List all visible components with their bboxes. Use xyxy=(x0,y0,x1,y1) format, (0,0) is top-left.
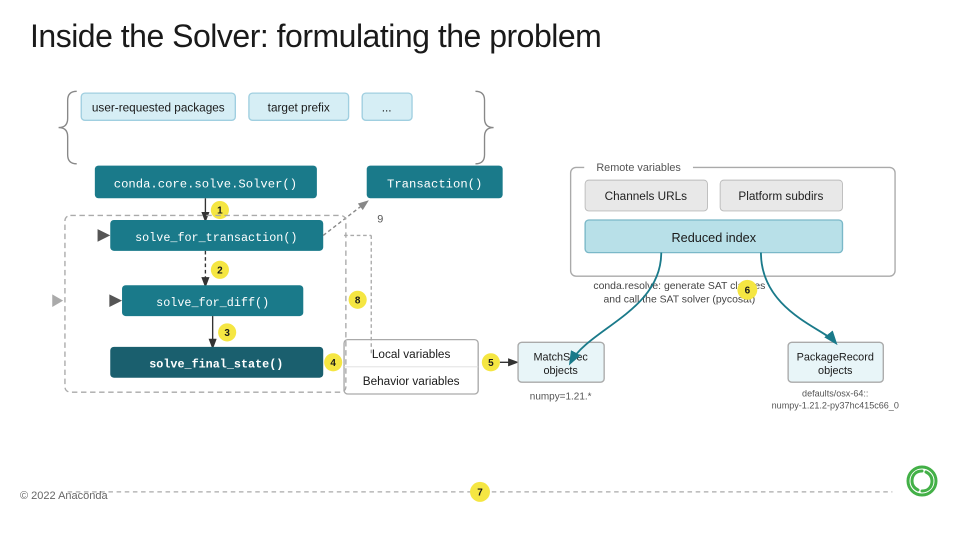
svg-text:solve_for_transaction(): solve_for_transaction() xyxy=(135,231,297,245)
svg-text:Remote variables: Remote variables xyxy=(596,162,681,174)
svg-text:8: 8 xyxy=(355,295,361,306)
anaconda-logo xyxy=(904,463,940,504)
footer-copyright: © 2022 Anaconda xyxy=(20,490,108,502)
svg-text:9: 9 xyxy=(377,214,383,226)
svg-text:target prefix: target prefix xyxy=(268,101,330,114)
svg-text:Local variables: Local variables xyxy=(372,348,451,361)
svg-text:2: 2 xyxy=(217,265,223,276)
svg-text:5: 5 xyxy=(488,358,494,369)
svg-text:numpy-1.21.2-py37hc415c66_0: numpy-1.21.2-py37hc415c66_0 xyxy=(772,401,899,411)
svg-text:solve_final_state(): solve_final_state() xyxy=(149,358,283,372)
svg-text:numpy=1.21.*: numpy=1.21.* xyxy=(530,391,592,402)
svg-text:Transaction(): Transaction() xyxy=(387,177,482,191)
svg-text:Channels URLs: Channels URLs xyxy=(605,190,688,203)
svg-text:solve_for_diff(): solve_for_diff() xyxy=(156,296,269,310)
svg-text:objects: objects xyxy=(543,365,578,377)
svg-text:defaults/osx-64::: defaults/osx-64:: xyxy=(802,389,868,399)
svg-text:conda.core.solve.Solver(): conda.core.solve.Solver() xyxy=(114,177,297,191)
svg-text:Behavior variables: Behavior variables xyxy=(363,375,460,388)
svg-text:Platform subdirs: Platform subdirs xyxy=(738,190,823,203)
svg-text:Reduced index: Reduced index xyxy=(672,231,757,245)
page-title: Inside the Solver: formulating the probl… xyxy=(0,0,960,65)
svg-text:PackageRecord: PackageRecord xyxy=(797,351,874,363)
svg-text:4: 4 xyxy=(330,358,336,369)
svg-text:objects: objects xyxy=(818,365,853,377)
svg-text:6: 6 xyxy=(745,285,751,296)
svg-text:7: 7 xyxy=(477,488,483,499)
svg-text:user-requested packages: user-requested packages xyxy=(92,101,225,114)
svg-text:3: 3 xyxy=(224,328,230,339)
svg-text:and call the SAT solver (pycos: and call the SAT solver (pycosat) xyxy=(604,294,756,305)
svg-text:...: ... xyxy=(382,101,392,114)
svg-text:MatchSpec: MatchSpec xyxy=(533,351,588,363)
